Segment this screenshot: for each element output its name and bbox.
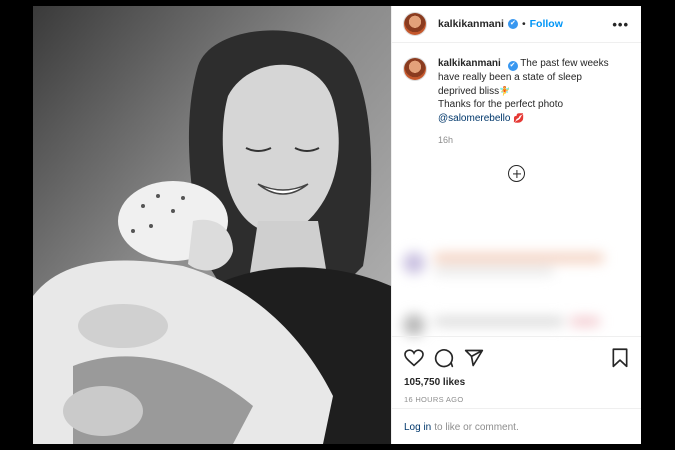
post-photo[interactable] [33,6,391,444]
caption-avatar[interactable] [404,58,426,80]
share-icon[interactable] [464,348,484,368]
photo-illustration [33,6,391,444]
comment-icon[interactable] [434,348,454,368]
login-text: to like or comment. [434,421,519,433]
verified-icon: ✔ [507,19,518,29]
header-separator: • [521,18,526,30]
caption-time: 16h [438,135,454,145]
caption: kalkikanmani ✔ The past few weeks have r… [404,57,629,125]
bookmark-icon[interactable] [611,348,629,368]
post-header: kalkikanmani ✔ • Follow ••• [392,6,641,43]
post-timestamp: 16 HOURS AGO [404,395,464,404]
caption-username[interactable]: kalkikanmani [438,58,501,69]
mention-link[interactable]: @salomerebello [438,113,510,124]
caption-thanks: Thanks for the perfect photo [438,99,564,110]
fairy-emoji: 🧚 [499,85,511,96]
profile-avatar[interactable] [404,13,426,35]
action-icons [404,347,629,369]
post-actions: 105,750 likes 16 HOURS AGO [392,336,641,404]
follow-button[interactable]: Follow [530,18,563,30]
lips-emoji: 💋 [513,112,525,123]
post-sidebar: kalkikanmani ✔ • Follow ••• kalkikanmani… [391,6,641,444]
header-username[interactable]: kalkikanmani [438,18,504,30]
blurred-comment [403,252,604,275]
comments-section: kalkikanmani ✔ The past few weeks have r… [392,43,641,347]
verified-icon: ✔ [507,61,518,71]
heart-icon[interactable] [404,349,424,367]
add-comment-icon[interactable] [508,165,525,182]
more-icon[interactable]: ••• [612,17,629,32]
instagram-post: kalkikanmani ✔ • Follow ••• kalkikanmani… [33,6,641,444]
login-link[interactable]: Log in [404,422,431,433]
caption-body: kalkikanmani ✔ The past few weeks have r… [438,57,618,125]
likes-count[interactable]: 105,750 likes [404,377,629,388]
login-prompt: Log in to like or comment. [392,408,641,444]
